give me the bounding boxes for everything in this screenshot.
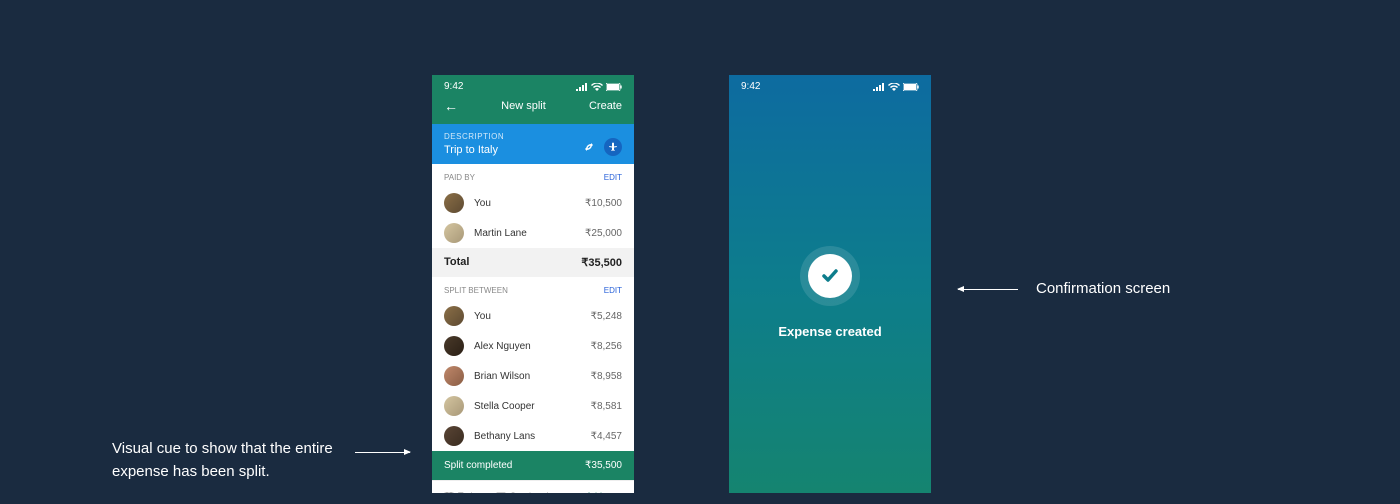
category-plane-icon[interactable]	[604, 138, 622, 156]
avatar	[444, 366, 464, 386]
signal-icon	[576, 83, 588, 91]
description-icons	[580, 138, 622, 156]
split-edit[interactable]: EDIT	[604, 286, 622, 295]
split-name: You	[474, 311, 591, 322]
date-today[interactable]: Today	[444, 491, 482, 493]
split-name: Stella Cooper	[474, 401, 591, 412]
avatar	[444, 306, 464, 326]
split-row: Alex Nguyen ₹8,256	[432, 331, 634, 361]
paid-name: You	[474, 198, 585, 209]
confirmation-content: Expense created	[729, 98, 931, 486]
status-icons	[873, 83, 919, 91]
paid-row: Martin Lane ₹25,000	[432, 218, 634, 248]
split-row: Bethany Lans ₹4,457	[432, 421, 634, 451]
create-button[interactable]: Create	[589, 100, 622, 112]
status-icons	[576, 83, 622, 91]
total-amount: ₹35,500	[581, 256, 622, 269]
status-time: 9:42	[741, 81, 760, 92]
add-note-button[interactable]: Add note	[586, 491, 622, 493]
status-bar: 9:42	[432, 75, 634, 98]
battery-icon	[903, 83, 919, 91]
phone-new-split: 9:42 ← New split Create DESCRIPTION Trip…	[432, 75, 634, 493]
description-section: DESCRIPTION Trip to Italy	[432, 124, 634, 164]
wifi-icon	[888, 83, 900, 91]
confirmation-text: Expense created	[778, 324, 881, 339]
signal-icon	[873, 83, 885, 91]
split-name: Brian Wilson	[474, 371, 591, 382]
check-circle	[800, 246, 860, 306]
split-amount: ₹8,581	[591, 401, 622, 412]
split-amount: ₹8,958	[591, 371, 622, 382]
annotation-right: Confirmation screen	[1036, 278, 1170, 301]
split-between-header: SPLIT BETWEEN EDIT	[432, 277, 634, 301]
phone-confirmation: 9:42 Expense created	[729, 75, 931, 493]
split-row: Brian Wilson ₹8,958	[432, 361, 634, 391]
paid-row: You ₹10,500	[432, 188, 634, 218]
calendar-icon	[444, 491, 454, 493]
due-icon	[496, 491, 506, 493]
paid-amount: ₹25,000	[585, 228, 622, 239]
split-completed-bar: Split completed ₹35,500	[432, 451, 634, 480]
set-due-date[interactable]: Set due date	[496, 491, 561, 493]
split-amount: ₹4,457	[591, 431, 622, 442]
paid-name: Martin Lane	[474, 228, 585, 239]
status-bar: 9:42	[729, 75, 931, 98]
split-amount: ₹8,256	[591, 341, 622, 352]
avatar	[444, 336, 464, 356]
recurring-icon[interactable]	[580, 138, 598, 156]
paid-by-label: PAID BY	[444, 173, 475, 182]
split-name: Bethany Lans	[474, 431, 591, 442]
checkmark-icon	[819, 265, 841, 287]
battery-icon	[606, 83, 622, 91]
avatar	[444, 396, 464, 416]
split-label: SPLIT BETWEEN	[444, 286, 508, 295]
split-row: Stella Cooper ₹8,581	[432, 391, 634, 421]
split-completed-amount: ₹35,500	[585, 460, 622, 471]
paid-by-header: PAID BY EDIT	[432, 164, 634, 188]
split-completed-label: Split completed	[444, 460, 512, 471]
arrow-left	[355, 452, 410, 453]
paid-amount: ₹10,500	[585, 198, 622, 209]
total-row: Total ₹35,500	[432, 248, 634, 277]
avatar	[444, 193, 464, 213]
header: ← New split Create	[432, 98, 634, 124]
header-title: New split	[501, 100, 546, 112]
status-time: 9:42	[444, 81, 463, 92]
arrow-right	[958, 289, 1018, 290]
total-label: Total	[444, 256, 469, 269]
split-name: Alex Nguyen	[474, 341, 591, 352]
back-button[interactable]: ←	[444, 98, 458, 114]
avatar	[444, 223, 464, 243]
wifi-icon	[591, 83, 603, 91]
avatar	[444, 426, 464, 446]
check-inner	[808, 254, 852, 298]
paid-by-edit[interactable]: EDIT	[604, 173, 622, 182]
split-row: You ₹5,248	[432, 301, 634, 331]
footer: Today Set due date Add note	[432, 480, 634, 493]
split-amount: ₹5,248	[591, 311, 622, 322]
today-label: Today	[458, 491, 482, 493]
annotation-left: Visual cue to show that the entire expen…	[112, 438, 392, 483]
due-label: Set due date	[510, 491, 561, 493]
header-area: 9:42 ← New split Create	[432, 75, 634, 124]
